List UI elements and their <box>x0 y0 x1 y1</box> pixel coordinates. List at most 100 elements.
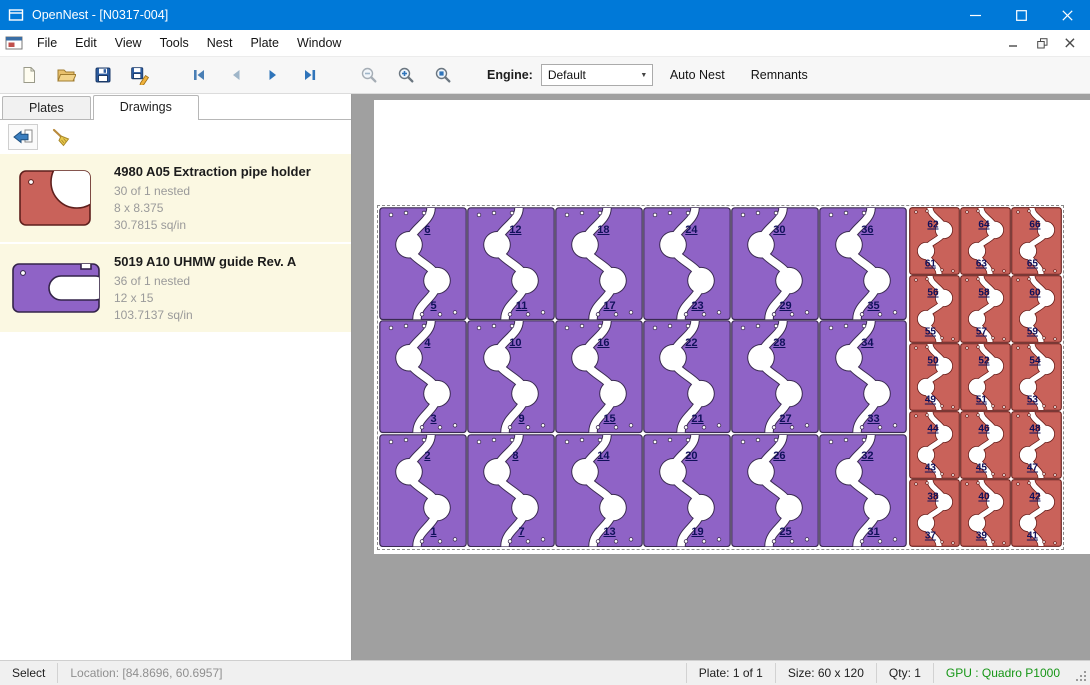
drawing-nested-count: 36 of 1 nested <box>114 273 345 290</box>
nav-first-icon <box>191 67 207 83</box>
mdi-minimize-button[interactable] <box>1002 34 1026 52</box>
nested-part-pair-red[interactable]: 42 41 <box>1011 479 1062 547</box>
drawing-list-item[interactable]: 5019 A10 UHMW guide Rev. A36 of 1 nested… <box>0 244 351 332</box>
nested-part-pair-purple[interactable]: 2625 <box>731 434 819 547</box>
engine-select[interactable]: Default ▼ <box>541 64 653 86</box>
part-number: 51 <box>976 395 987 406</box>
nested-part-pair-red[interactable]: 5251 <box>960 343 1011 411</box>
nested-part-pair-red[interactable]: 5655 <box>909 275 960 343</box>
mdi-close-button[interactable] <box>1058 34 1082 52</box>
nested-part-pair-red[interactable]: 4847 <box>1011 411 1062 479</box>
nav-last-icon <box>302 67 318 83</box>
nested-part-pair-purple[interactable]: 43 <box>379 320 467 433</box>
nested-part-pair-purple[interactable]: 65 <box>379 207 467 320</box>
zoom-out-button[interactable] <box>350 60 387 91</box>
drawing-list-item[interactable]: 4980 A05 Extraction pipe holder30 of 1 n… <box>0 154 351 242</box>
menu-items: FileEditViewToolsNestPlateWindow <box>28 36 350 50</box>
nested-part-pair-red[interactable]: 6463 <box>960 207 1011 275</box>
mdi-restore-button[interactable] <box>1030 34 1054 52</box>
open-folder-icon <box>56 66 76 84</box>
save-as-button[interactable] <box>121 60 158 91</box>
nav-last-button[interactable] <box>291 60 328 91</box>
part-thumbnail-uhmw-guide <box>9 257 103 319</box>
nested-part-pair-red[interactable]: 4443 <box>909 411 960 479</box>
mdi-close-icon <box>1065 38 1075 48</box>
nested-part-pair-purple[interactable]: 3635 <box>819 207 907 320</box>
nav-next-button[interactable] <box>254 60 291 91</box>
zoom-in-button[interactable] <box>387 60 424 91</box>
menu-item-plate[interactable]: Plate <box>241 31 288 55</box>
nested-part-pair-purple[interactable]: 2423 <box>643 207 731 320</box>
zoom-fit-button[interactable] <box>424 60 461 91</box>
nested-part-pair-red[interactable]: 3837 <box>909 479 960 547</box>
status-location: Location: [84.8696, 60.6957] <box>58 661 234 685</box>
part-number: 38 <box>927 491 938 502</box>
import-drawing-button[interactable] <box>8 124 38 150</box>
plate-outline: 65 1211 1817 2423 <box>377 205 1064 550</box>
part-number: 59 <box>1027 327 1038 338</box>
drawing-size: 12 x 15 <box>114 290 345 307</box>
nested-part-pair-red[interactable]: 6059 <box>1011 275 1062 343</box>
remnants-button[interactable]: Remnants <box>742 63 817 87</box>
nav-first-button[interactable] <box>180 60 217 91</box>
part-number: 27 <box>779 413 791 425</box>
menu-item-tools[interactable]: Tools <box>151 31 198 55</box>
nested-part-pair-purple[interactable]: 109 <box>467 320 555 433</box>
nav-next-icon <box>265 67 281 83</box>
nested-part-pair-purple[interactable]: 3433 <box>819 320 907 433</box>
menu-item-edit[interactable]: Edit <box>66 31 106 55</box>
import-drawing-icon <box>12 128 34 146</box>
drawing-meta: 4980 A05 Extraction pipe holder30 of 1 n… <box>114 162 345 234</box>
nested-part-pair-purple[interactable]: 1615 <box>555 320 643 433</box>
nested-part-pair-red[interactable]: 4039 <box>960 479 1011 547</box>
nested-part-pair-red[interactable]: 6261 <box>909 207 960 275</box>
nested-part-pair-purple[interactable]: 87 <box>467 434 555 547</box>
menu-item-window[interactable]: Window <box>288 31 350 55</box>
tab-plates[interactable]: Plates <box>2 96 91 119</box>
part-number: 46 <box>978 423 989 434</box>
nested-part-pair-red[interactable]: 5049 <box>909 343 960 411</box>
nested-part-pair-purple[interactable]: 1817 <box>555 207 643 320</box>
nested-part-pair-purple[interactable]: 1413 <box>555 434 643 547</box>
nested-part-pair-purple[interactable]: 2827 <box>731 320 819 433</box>
part-number: 41 <box>1027 531 1038 542</box>
nested-part-pair-red[interactable]: 6665 <box>1011 207 1062 275</box>
nested-part-pair-red[interactable]: 5453 <box>1011 343 1062 411</box>
nested-part-pair-red[interactable]: 5857 <box>960 275 1011 343</box>
clear-drawings-button[interactable] <box>46 124 76 150</box>
part-number: 56 <box>927 287 938 298</box>
auto-nest-button[interactable]: Auto Nest <box>661 63 734 87</box>
chevron-down-icon[interactable]: ▼ <box>636 72 652 79</box>
open-button[interactable] <box>47 60 84 91</box>
engine-label: Engine: <box>487 68 533 82</box>
nest-canvas[interactable]: 65 1211 1817 2423 <box>352 94 1090 660</box>
minimize-button[interactable] <box>952 0 998 30</box>
nested-part-pair-purple[interactable]: 1211 <box>467 207 555 320</box>
maximize-icon <box>1016 10 1027 21</box>
nested-part-pair-purple[interactable]: 2221 <box>643 320 731 433</box>
nested-part-pair-red[interactable]: 46 45 <box>960 411 1011 479</box>
tab-drawings[interactable]: Drawings <box>93 95 199 120</box>
part-number: 20 <box>685 450 697 462</box>
close-button[interactable] <box>1044 0 1090 30</box>
nav-prev-button[interactable] <box>217 60 254 91</box>
nested-part-pair-purple[interactable]: 3231 <box>819 434 907 547</box>
save-button[interactable] <box>84 60 121 91</box>
nested-part-pair-purple[interactable]: 3029 <box>731 207 819 320</box>
menu-item-file[interactable]: File <box>28 31 66 55</box>
new-button[interactable] <box>10 60 47 91</box>
menu-item-nest[interactable]: Nest <box>198 31 242 55</box>
maximize-button[interactable] <box>998 0 1044 30</box>
nested-part-pair-purple[interactable]: 2019 <box>643 434 731 547</box>
nested-part-pair-purple[interactable]: 21 <box>379 434 467 547</box>
part-number: 65 <box>1027 259 1038 270</box>
part-number: 45 <box>976 463 987 474</box>
menu-item-view[interactable]: View <box>106 31 151 55</box>
part-number: 58 <box>978 287 989 298</box>
part-number: 11 <box>516 300 528 312</box>
resize-grip-icon[interactable] <box>1072 661 1090 685</box>
part-number: 47 <box>1027 463 1038 474</box>
nested-parts-shape <box>379 207 467 320</box>
status-plate: Plate: 1 of 1 <box>687 661 775 685</box>
part-number: 42 <box>1029 491 1040 502</box>
